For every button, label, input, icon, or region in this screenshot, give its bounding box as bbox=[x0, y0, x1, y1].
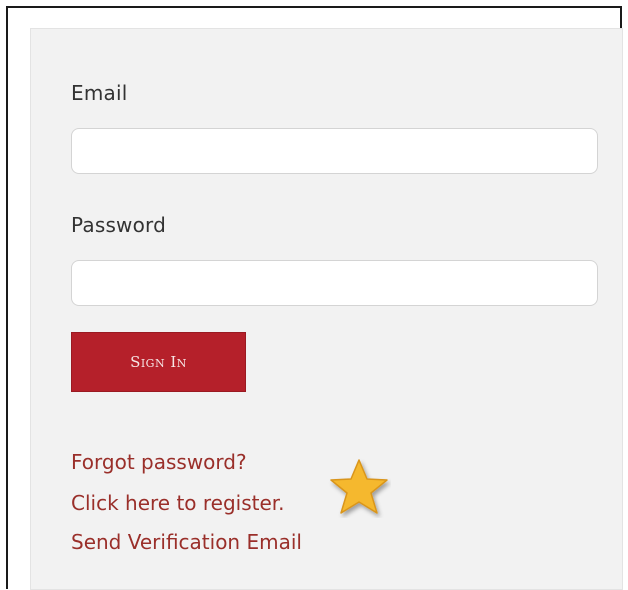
send-verification-email-link[interactable]: Send Verification Email bbox=[71, 530, 302, 554]
register-link[interactable]: Click here to register. bbox=[71, 491, 285, 515]
password-label: Password bbox=[71, 213, 167, 237]
forgot-password-link[interactable]: Forgot password? bbox=[71, 450, 247, 474]
email-field[interactable] bbox=[71, 128, 598, 174]
star-icon bbox=[330, 459, 388, 514]
screenshot-frame: Email Password Sign In Forgot password? … bbox=[6, 6, 623, 590]
password-field[interactable] bbox=[71, 260, 598, 306]
email-label: Email bbox=[71, 81, 128, 105]
sign-in-button[interactable]: Sign In bbox=[71, 332, 246, 392]
login-panel: Email Password Sign In Forgot password? … bbox=[30, 28, 623, 590]
